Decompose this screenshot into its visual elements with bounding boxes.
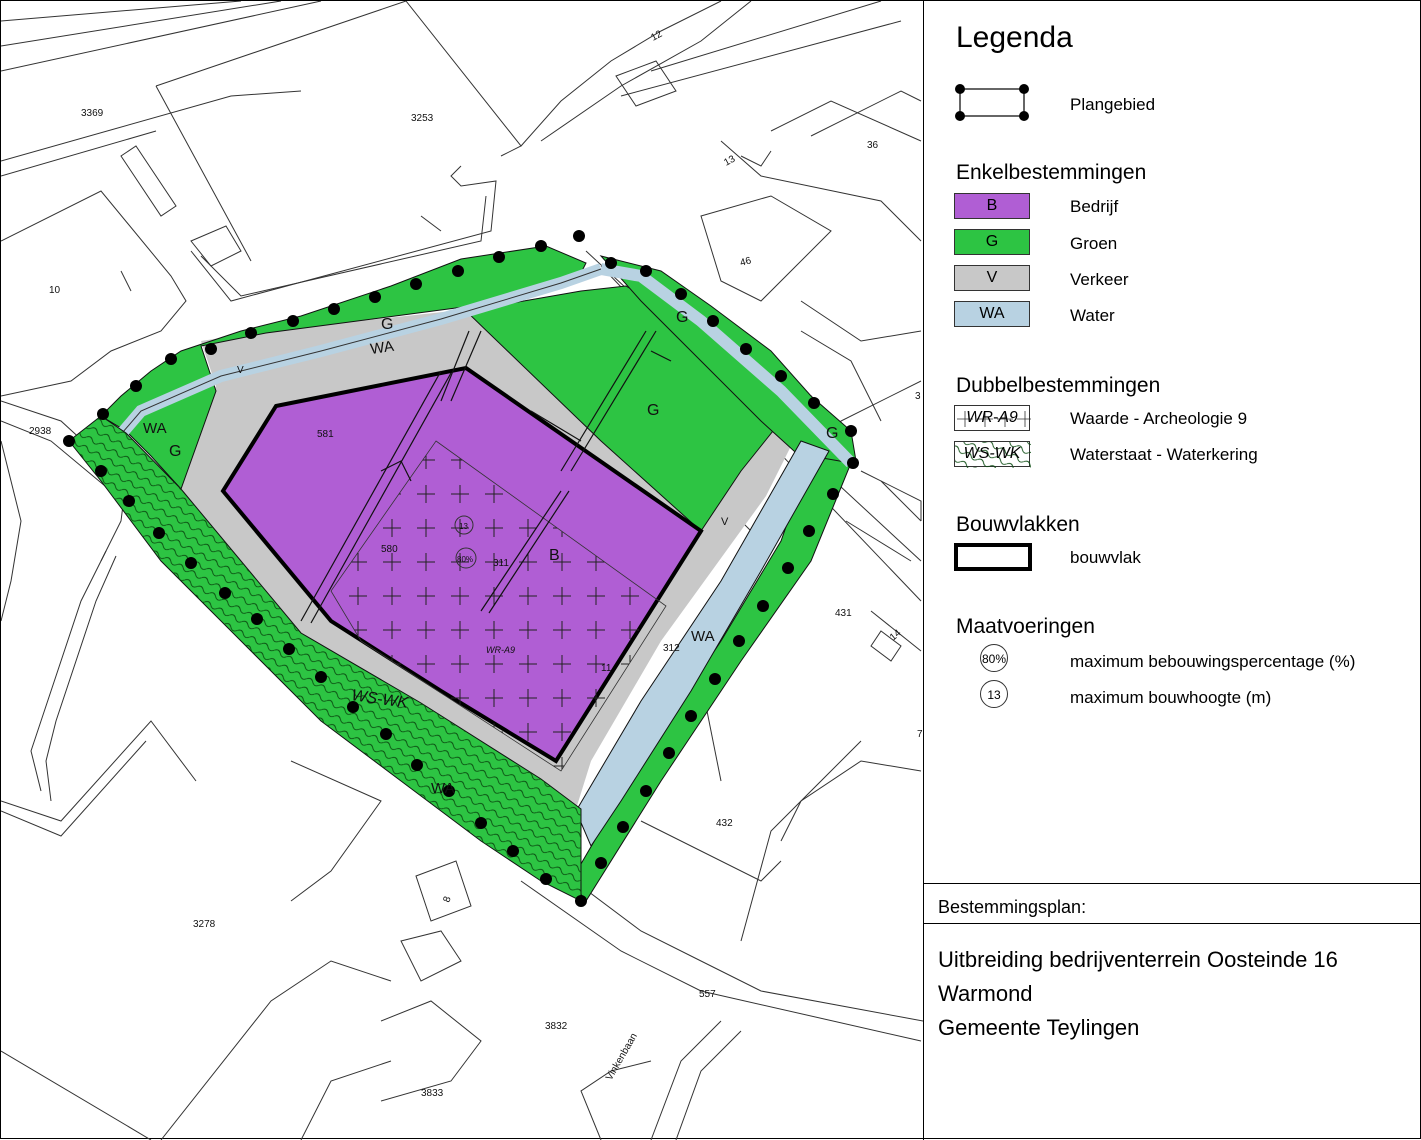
swatch-ws-wk: WS-WK bbox=[954, 441, 1031, 468]
street-vinkenbaan: Vinkenbaan bbox=[604, 1031, 640, 1082]
zone-label-wa-2: WA bbox=[143, 420, 167, 437]
legend-dubbel-title: Dubbelbestemmingen bbox=[956, 374, 1161, 397]
parcel-431: 431 bbox=[835, 608, 852, 619]
legend-bouw-title: Bouwvlakken bbox=[956, 513, 1080, 536]
zone-label-g-1: G bbox=[381, 316, 393, 333]
divider-bottom bbox=[924, 923, 1421, 924]
map-bouwpercentage: 80% bbox=[457, 555, 473, 564]
zone-label-g-3: G bbox=[647, 402, 659, 419]
parcel-3369: 3369 bbox=[81, 108, 104, 119]
parcel-8: 8 bbox=[441, 895, 453, 904]
parcel-36: 36 bbox=[867, 140, 879, 151]
legend-maat-percentage-label: maximum bebouwingspercentage (%) bbox=[1070, 652, 1356, 671]
legend-enkel-title: Enkelbestemmingen bbox=[956, 161, 1147, 184]
swatch-verkeer: V bbox=[954, 265, 1030, 291]
swatch-water: WA bbox=[954, 301, 1030, 327]
parcel-581: 581 bbox=[317, 429, 334, 440]
swatch-bouwvlak bbox=[954, 543, 1032, 571]
legend-panel: Legenda Plangebied Enkelbestemmingen B B… bbox=[923, 1, 1421, 1140]
divider-top bbox=[924, 883, 1421, 884]
plan-place: Warmond bbox=[938, 981, 1033, 1006]
zone-label-v-2: V bbox=[721, 516, 729, 528]
zone-label-g-4: G bbox=[826, 425, 838, 442]
parcel-3832: 3832 bbox=[545, 1021, 568, 1032]
legend-ws-label: Waterstaat - Waterkering bbox=[1070, 445, 1258, 464]
parcel-11: 11 bbox=[601, 663, 612, 674]
plan-title: Uitbreiding bedrijventerrein Oosteinde 1… bbox=[938, 947, 1338, 972]
parcel-3253: 3253 bbox=[411, 113, 434, 124]
maat-hoogte-symbol: 13 bbox=[980, 680, 1008, 708]
plan-municipality: Gemeente Teylingen bbox=[938, 1015, 1140, 1040]
parcel-3278: 3278 bbox=[193, 919, 216, 930]
legend-maat-hoogte-label: maximum bouwhoogte (m) bbox=[1070, 688, 1272, 707]
zone-label-wa-4: WA bbox=[431, 780, 455, 797]
parcel-14: 14 bbox=[888, 627, 904, 643]
legend-plangebied-label: Plangebied bbox=[1070, 95, 1156, 114]
legend-maat-title: Maatvoeringen bbox=[956, 615, 1095, 638]
zone-label-wa-3: WA bbox=[691, 628, 715, 645]
parcel-311: 311 bbox=[493, 558, 509, 569]
parcel-2938: 2938 bbox=[29, 426, 52, 437]
parcel-580: 580 bbox=[381, 544, 398, 555]
parcel-13: 13 bbox=[722, 154, 737, 169]
zone-label-b: B bbox=[549, 547, 560, 564]
parcel-10: 10 bbox=[49, 285, 61, 296]
legend-verkeer-label: Verkeer bbox=[1070, 270, 1129, 289]
maat-percentage-symbol: 80% bbox=[980, 644, 1008, 672]
swatch-wr-a9: WR-A9 bbox=[954, 405, 1031, 431]
parcel-3: 3 bbox=[915, 391, 921, 402]
legend-groen-label: Groen bbox=[1070, 234, 1118, 253]
map-bouwhoogte: 13 bbox=[459, 522, 468, 531]
plangebied-icon bbox=[955, 84, 1029, 121]
zone-label-g-5: G bbox=[169, 443, 181, 460]
plan-map: 3369 3253 12 36 13 10 46 581 2938 580 31… bbox=[1, 1, 923, 1140]
parcel-3833: 3833 bbox=[421, 1088, 444, 1099]
parcel-312: 312 bbox=[663, 643, 680, 654]
parcel-432: 432 bbox=[716, 818, 733, 829]
zone-label-g-2: G bbox=[676, 309, 688, 326]
zone-label-wr: WR-A9 bbox=[486, 645, 515, 655]
map-sheet: 3369 3253 12 36 13 10 46 581 2938 580 31… bbox=[0, 0, 1421, 1140]
parcel-46: 46 bbox=[739, 255, 753, 269]
legend-bedrijf-label: Bedrijf bbox=[1070, 197, 1119, 216]
swatch-bedrijf: B bbox=[954, 193, 1030, 219]
legend-title: Legenda bbox=[956, 21, 1073, 54]
dub-ws-code: WS-WK bbox=[963, 445, 1021, 462]
zone-label-v-1: V bbox=[237, 365, 244, 376]
plan-heading: Bestemmingsplan: bbox=[938, 897, 1087, 917]
zone-label-wa-1: WA bbox=[369, 338, 395, 358]
dub-wr-code: WR-A9 bbox=[966, 409, 1018, 426]
legend-bouwvlak-label: bouwvlak bbox=[1070, 548, 1141, 567]
swatch-groen: G bbox=[954, 229, 1030, 255]
legend-wr-label: Waarde - Archeologie 9 bbox=[1070, 409, 1248, 428]
legend-water-label: Water bbox=[1070, 306, 1115, 325]
parcel-557: 557 bbox=[699, 989, 716, 1000]
